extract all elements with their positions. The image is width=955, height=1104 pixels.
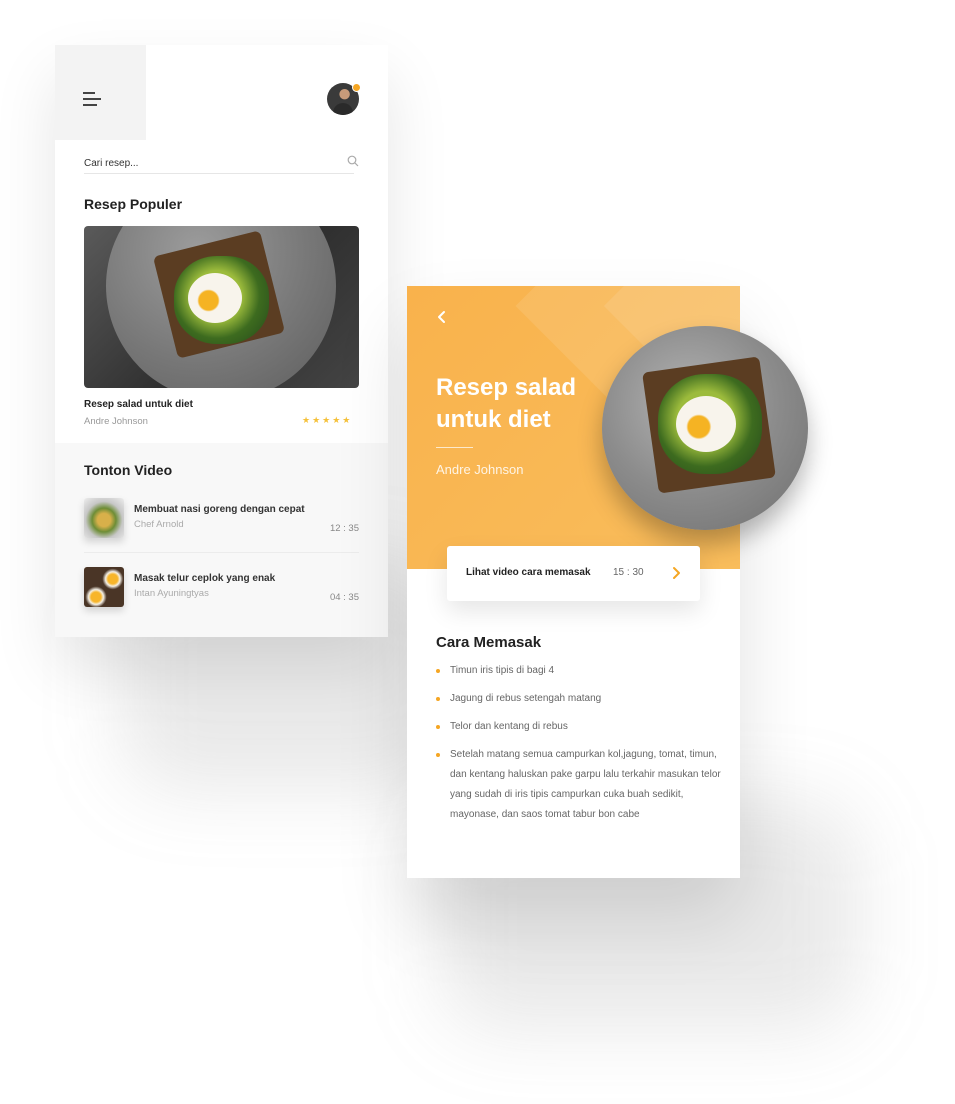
step-text: Telor dan kentang di rebus [450,721,568,732]
video-title[interactable]: Masak telur ceplok yang enak [134,573,275,584]
rating-stars: ★★★★★ [302,415,353,425]
recipe-detail-screen: Resep salad untuk diet Andre Johnson Lih… [407,286,808,878]
step-item: Setelah matang semua campurkan kol,jagun… [436,745,721,825]
video-title[interactable]: Membuat nasi goreng dengan cepat [134,504,305,515]
recipe-list-screen: Resep Populer Resep salad untuk diet And… [55,45,388,637]
video-list-item[interactable]: Membuat nasi goreng dengan cepat Chef Ar… [84,498,359,553]
video-section: Tonton Video Membuat nasi goreng dengan … [55,443,388,637]
steps-list: Timun iris tipis di bagi 4 Jagung di reb… [436,661,721,833]
recipe-image [602,326,808,530]
video-section-title: Tonton Video [84,462,173,478]
divider [84,552,359,553]
notification-dot [352,83,361,92]
watch-video-card[interactable]: Lihat video cara memasak 15 : 30 [447,546,700,601]
video-duration: 12 : 35 [329,523,359,534]
video-list-item[interactable]: Masak telur ceplok yang enak Intan Ayuni… [84,567,359,621]
step-text: Jagung di rebus setengah matang [450,693,602,704]
video-author: Intan Ayuningtyas [134,588,209,599]
video-thumbnail[interactable] [84,498,124,538]
dot-icon [436,669,440,673]
video-duration: 04 : 35 [329,592,359,603]
recipe-title: Resep salad untuk diet [436,374,577,433]
video-duration: 15 : 30 [613,567,644,578]
dot-icon [436,725,440,729]
menu-button[interactable] [55,45,146,140]
popular-title: Resep Populer [84,196,183,212]
search-input[interactable] [84,153,354,174]
video-author: Chef Arnold [134,519,184,530]
cara-memasak-title: Cara Memasak [436,634,542,651]
search-icon[interactable] [347,155,359,167]
step-text: Setelah matang semua campurkan kol,jagun… [450,749,721,820]
hamburger-icon[interactable] [83,92,101,106]
step-item: Telor dan kentang di rebus [436,717,721,737]
watch-video-label[interactable]: Lihat video cara memasak [466,567,591,578]
recipe-author: Andre Johnson [436,462,524,477]
featured-recipe-author: Andre Johnson [84,416,148,427]
featured-recipe-image[interactable] [84,226,359,388]
step-item: Timun iris tipis di bagi 4 [436,661,721,681]
dot-icon [436,753,440,757]
dot-icon [436,697,440,701]
step-text: Timun iris tipis di bagi 4 [450,665,555,676]
chevron-left-icon[interactable] [435,310,449,324]
divider [436,447,473,448]
chevron-right-icon[interactable] [671,566,683,580]
step-item: Jagung di rebus setengah matang [436,689,721,709]
video-thumbnail[interactable] [84,567,124,607]
featured-recipe-title[interactable]: Resep salad untuk diet [84,399,193,410]
